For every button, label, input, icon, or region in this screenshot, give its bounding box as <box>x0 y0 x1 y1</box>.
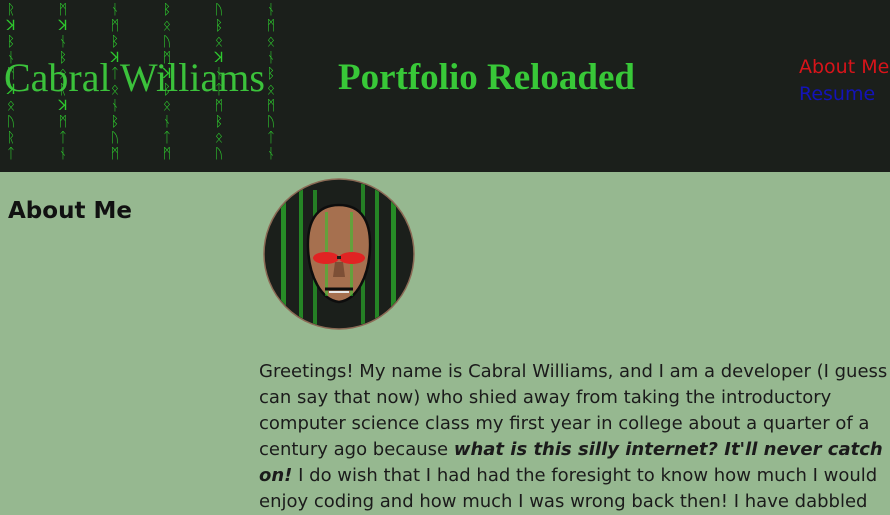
main-nav: About Me Resume <box>799 54 889 108</box>
site-name: Cabral Williams <box>4 55 265 100</box>
nav-link-about-me[interactable]: About Me <box>799 54 889 81</box>
matrix-face-avatar-icon <box>263 178 415 330</box>
site-tagline: Portfolio Reloaded <box>338 57 635 98</box>
section-title: About Me <box>8 198 132 224</box>
matrix-rain-column: ᚾ ᛗ ᛟ ᚾ ᛒ ᛟ ᛗ ᚢ ᛏ ᚾ <box>266 2 276 162</box>
intro-text-end: I do wish that I had had the foresight t… <box>259 465 878 512</box>
site-header: ᚱ ꓘ ᛒ ᚾ ᛗ ꓘ ᛟ ᚢ ᚱ ᛏ ᛗ ꓘ ᚾ ᛒ ᛟ ᚱ ꓘ ᛗ ᛏ ᚾ … <box>0 0 890 172</box>
nav-link-resume[interactable]: Resume <box>799 81 889 108</box>
intro-paragraph: Greetings! My name is Cabral Williams, a… <box>259 359 890 515</box>
